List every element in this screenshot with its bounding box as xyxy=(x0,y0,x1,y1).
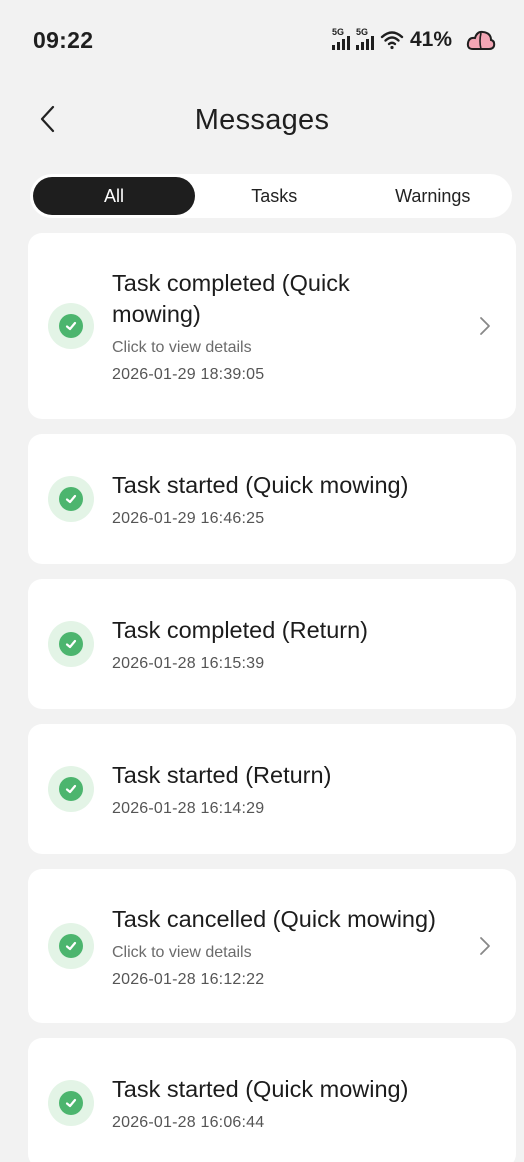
message-time: 2026-01-28 16:06:44 xyxy=(112,1114,265,1131)
success-icon xyxy=(48,923,94,969)
message-title: Task completed (Quick mowing) xyxy=(112,270,350,327)
status-bar: 09:22 5G 5G 41% xyxy=(0,0,524,80)
success-icon xyxy=(48,621,94,667)
wifi-icon xyxy=(380,31,404,50)
chevron-left-icon xyxy=(40,105,55,133)
message-time: 2026-01-29 18:39:05 xyxy=(112,366,265,383)
message-card[interactable]: Task cancelled (Quick mowing) Click to v… xyxy=(28,869,516,1023)
back-button[interactable] xyxy=(30,102,64,136)
message-title: Task started (Quick mowing) xyxy=(112,472,409,498)
message-content: Task started (Quick mowing) 2026-01-28 1… xyxy=(112,1074,496,1132)
message-content: Task completed (Return) 2026-01-28 16:15… xyxy=(112,615,496,673)
header: Messages xyxy=(0,80,524,160)
message-content: Task started (Return) 2026-01-28 16:14:2… xyxy=(112,760,496,818)
tab-all[interactable]: All xyxy=(33,177,195,215)
message-hint: Click to view details xyxy=(112,339,252,356)
message-card[interactable]: Task completed (Return) 2026-01-28 16:15… xyxy=(28,579,516,709)
cellular-signal-icon: 5G xyxy=(331,27,350,50)
success-icon xyxy=(48,303,94,349)
message-time: 2026-01-29 16:46:25 xyxy=(112,510,265,527)
message-title: Task cancelled (Quick mowing) xyxy=(112,905,436,932)
battery-percent: 41% xyxy=(409,28,452,51)
tab-warnings[interactable]: Warnings xyxy=(354,177,513,215)
chevron-right-icon xyxy=(480,317,490,335)
message-hint: Click to view details xyxy=(112,943,252,961)
message-card[interactable]: Task started (Quick mowing) 2026-01-28 1… xyxy=(28,1038,516,1162)
message-title: Task started (Return) xyxy=(112,762,332,788)
message-time: 2026-01-28 16:12:22 xyxy=(112,970,265,988)
message-title: Task completed (Return) xyxy=(112,617,368,643)
message-time: 2026-01-28 16:15:39 xyxy=(112,655,265,672)
message-content: Task started (Quick mowing) 2026-01-29 1… xyxy=(112,470,496,528)
message-card[interactable]: Task completed (Quick mowing) Click to v… xyxy=(28,233,516,419)
success-icon xyxy=(48,766,94,812)
tab-bar: All Tasks Warnings xyxy=(30,174,512,218)
success-icon xyxy=(48,1080,94,1126)
message-time: 2026-01-28 16:14:29 xyxy=(112,800,265,817)
chevron-right-icon xyxy=(480,937,490,955)
page-title: Messages xyxy=(194,103,330,136)
message-content: Task cancelled (Quick mowing) Click to v… xyxy=(112,904,496,989)
tab-tasks[interactable]: Tasks xyxy=(195,177,354,215)
message-card[interactable]: Task started (Return) 2026-01-28 16:14:2… xyxy=(28,724,516,854)
message-list: Task completed (Quick mowing) Click to v… xyxy=(0,218,524,1162)
status-icons: 5G 5G 41% xyxy=(331,27,496,52)
message-title: Task started (Quick mowing) xyxy=(112,1076,409,1102)
success-icon xyxy=(48,476,94,522)
cloud-app-icon xyxy=(466,30,496,50)
message-content: Task completed (Quick mowing) Click to v… xyxy=(112,268,496,384)
message-card[interactable]: Task started (Quick mowing) 2026-01-29 1… xyxy=(28,434,516,564)
cellular-signal-icon-2: 5G xyxy=(355,27,374,50)
status-time: 09:22 xyxy=(33,26,94,53)
